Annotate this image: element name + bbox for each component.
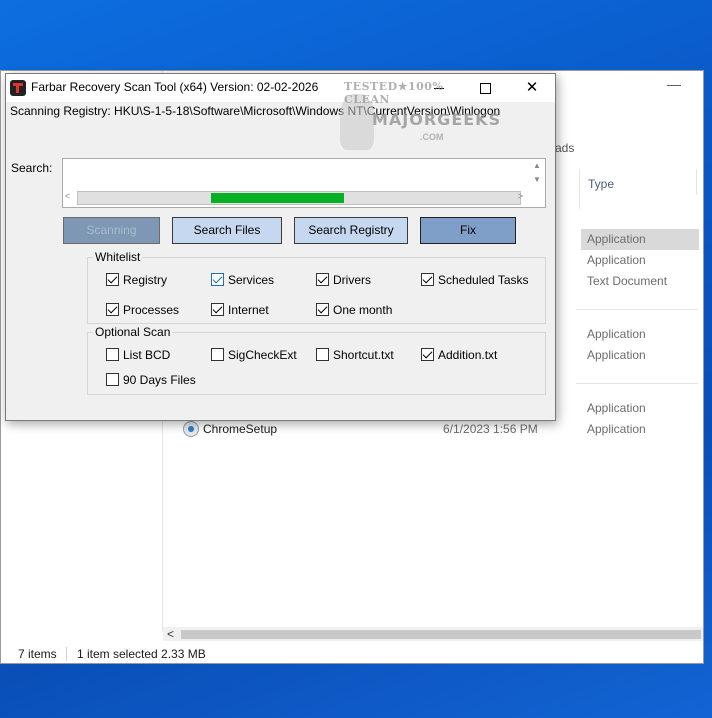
checkbox-label: Internet [228, 303, 269, 317]
close-icon: ✕ [525, 79, 539, 96]
file-type-cell: Application [587, 348, 646, 362]
scan-progress-fill [211, 193, 344, 203]
search-label: Search: [11, 161, 53, 175]
checkbox-label: Registry [123, 273, 168, 287]
column-divider [696, 169, 697, 195]
horizontal-scrollbar[interactable]: < [163, 627, 703, 641]
close-button[interactable]: ✕ [509, 74, 555, 102]
checkbox-box[interactable] [316, 273, 329, 286]
checkbox-box[interactable] [211, 303, 224, 316]
group-separator [576, 383, 698, 384]
file-date: 6/1/2023 1:56 PM [443, 422, 538, 436]
explorer-minimize-button[interactable]: — [667, 77, 681, 91]
window-title: Farbar Recovery Scan Tool (x64) Version:… [31, 80, 319, 94]
installer-icon [183, 421, 199, 437]
item-count: 7 items [18, 647, 57, 661]
checkbox-box[interactable] [316, 348, 329, 361]
maximize-button[interactable] [462, 74, 508, 102]
checkbox-label: List BCD [123, 348, 171, 362]
selection-info: 1 item selected 2.33 MB [77, 647, 206, 661]
search-vertical-scrollbar[interactable]: ▲ ▼ [529, 159, 545, 191]
frst-window: Farbar Recovery Scan Tool (x64) Version:… [5, 73, 556, 421]
watermark-mascot-icon [340, 94, 374, 150]
scanning-button[interactable]: Scanning [63, 217, 160, 244]
checkbox-box[interactable] [106, 348, 119, 361]
checkbox-label: Shortcut.txt [333, 348, 394, 362]
checkbox-box[interactable] [421, 273, 434, 286]
minimize-button[interactable] [416, 74, 462, 102]
file-type-cell: Application [581, 229, 699, 250]
checkbox-box[interactable] [316, 303, 329, 316]
status-bar: 7 items 1 item selected 2.33 MB [1, 645, 703, 665]
scan-status-text: Scanning Registry: HKU\S-1-5-18\Software… [10, 104, 501, 118]
group-separator [576, 309, 698, 310]
title-bar[interactable]: Farbar Recovery Scan Tool (x64) Version:… [6, 74, 555, 102]
search-registry-button[interactable]: Search Registry [294, 217, 408, 244]
checkbox-box[interactable] [106, 373, 119, 386]
checkbox-label: Scheduled Tasks [438, 273, 529, 287]
fix-button[interactable]: Fix [420, 217, 516, 244]
whitelist-title: Whitelist [93, 250, 143, 264]
file-type-cell: Application [587, 327, 646, 341]
file-type-cell: Text Document [587, 274, 668, 288]
checkbox-label: Addition.txt [438, 348, 498, 362]
checkbox-label: Processes [123, 303, 180, 317]
checkbox-box[interactable] [211, 273, 224, 286]
file-list-row[interactable]: ChromeSetup 6/1/2023 1:56 PM [181, 419, 581, 439]
checkbox-box[interactable] [106, 303, 119, 316]
checkbox-label: 90 Days Files [123, 373, 196, 387]
scan-progress-bar [77, 191, 521, 205]
scroll-right-arrow-icon[interactable]: > [518, 191, 523, 201]
file-type-cell: Application [587, 422, 646, 436]
checkbox-box[interactable] [211, 348, 224, 361]
file-type-cell: Application [587, 253, 646, 267]
scroll-left-arrow-icon[interactable]: < [65, 191, 70, 201]
scrollbar-thumb[interactable] [181, 630, 701, 639]
ribbon-tab-fragment[interactable]: ads [555, 141, 574, 155]
checkbox-box[interactable] [421, 348, 434, 361]
checkbox-label: Services [228, 273, 275, 287]
checkbox-label: SigCheckExt [228, 348, 297, 362]
optional-scan-title: Optional Scan [93, 325, 173, 339]
checkbox-label: Drivers [333, 273, 371, 287]
frst-app-icon [10, 80, 26, 96]
checkbox-label: One month [333, 303, 393, 317]
scroll-left-arrow-icon[interactable]: < [167, 627, 174, 641]
file-type-cell: Application [587, 401, 646, 415]
search-input[interactable]: ▲ ▼ < > [62, 158, 546, 208]
checkbox-box[interactable] [106, 273, 119, 286]
watermark-domain-text: .COM [420, 132, 444, 142]
file-name: ChromeSetup [203, 422, 278, 436]
column-header-type[interactable]: Type [579, 169, 697, 209]
search-files-button[interactable]: Search Files [172, 217, 282, 244]
status-divider [66, 647, 67, 661]
